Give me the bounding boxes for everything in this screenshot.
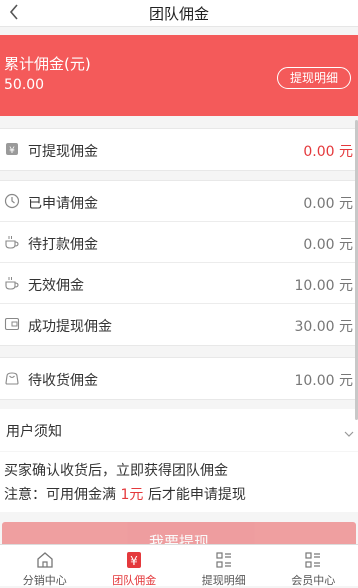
- chevron-down-icon: [344, 423, 354, 442]
- notice-line-2: 注意：可用佣金满 1元 后才能申请提现: [4, 484, 246, 504]
- list-item[interactable]: 待收货佣金 10.00 元: [0, 358, 358, 399]
- tab-label: 团队佣金: [90, 572, 180, 588]
- notice-title: 用户须知: [6, 421, 62, 441]
- withdrawable-group: ¥ 可提现佣金 0.00 元: [0, 128, 358, 171]
- user-notice-toggle[interactable]: 用户须知: [0, 409, 358, 451]
- total-commission-amount: 50.00: [4, 77, 44, 93]
- row-label: 成功提现佣金: [28, 316, 112, 336]
- tab-team-commission[interactable]: ¥ 团队佣金: [90, 545, 180, 586]
- list-item[interactable]: ¥ 可提现佣金 0.00 元: [0, 129, 358, 170]
- notice-content: 买家确认收货后，立即获得团队佣金 注意：可用佣金满 1元 后才能申请提现: [0, 452, 358, 512]
- bag-icon: [4, 370, 20, 386]
- total-commission-label: 累计佣金(元): [4, 53, 91, 74]
- svg-text:¥: ¥: [130, 554, 138, 568]
- row-value: 0.00 元: [303, 193, 353, 213]
- row-label: 已申请佣金: [28, 193, 98, 213]
- notice-line-1: 买家确认收货后，立即获得团队佣金: [4, 460, 228, 480]
- bottom-tab-bar: 分销中心 ¥ 团队佣金 提现明细 会员中心: [0, 544, 358, 586]
- coffee-cup-icon: [4, 234, 20, 250]
- home-icon: [35, 550, 55, 570]
- list-icon: [214, 550, 234, 570]
- tab-label: 会员中心: [269, 572, 358, 588]
- tab-distribution-center[interactable]: 分销中心: [0, 545, 90, 586]
- page-title: 团队佣金: [0, 3, 358, 24]
- wallet-icon: ¥: [4, 141, 20, 157]
- list-item[interactable]: 成功提现佣金 30.00 元: [0, 304, 358, 345]
- commission-status-group: 已申请佣金 0.00 元 待打款佣金 0.00 元 无效佣金 10.00 元 成…: [0, 180, 358, 346]
- yen-icon: ¥: [124, 550, 144, 570]
- tab-withdraw-detail[interactable]: 提现明细: [179, 545, 269, 586]
- commission-summary-banner: 累计佣金(元) 50.00 提现明细: [0, 35, 358, 116]
- clock-icon: [4, 193, 20, 209]
- card-icon: [4, 316, 20, 332]
- top-nav-bar: 团队佣金: [0, 0, 358, 27]
- notice-line-2-prefix: 注意：可用佣金满: [4, 487, 120, 503]
- row-value: 30.00 元: [294, 316, 353, 336]
- list-item[interactable]: 待打款佣金 0.00 元: [0, 222, 358, 263]
- row-label: 无效佣金: [28, 275, 84, 295]
- min-withdraw-amount: 1元: [120, 487, 143, 503]
- row-label: 待收货佣金: [28, 370, 98, 390]
- list-icon: [303, 550, 323, 570]
- row-value: 10.00 元: [294, 275, 353, 295]
- withdraw-detail-button[interactable]: 提现明细: [277, 67, 351, 89]
- coffee-cup-icon: [4, 275, 20, 291]
- row-value: 0.00 元: [303, 141, 353, 161]
- row-value: 10.00 元: [294, 370, 353, 390]
- row-label: 可提现佣金: [28, 141, 98, 161]
- row-label: 待打款佣金: [28, 234, 98, 254]
- notice-line-2-suffix: 后才能申请提现: [143, 487, 245, 503]
- svg-text:¥: ¥: [9, 146, 15, 156]
- list-item[interactable]: 已申请佣金 0.00 元: [0, 181, 358, 222]
- pending-receipt-group: 待收货佣金 10.00 元: [0, 357, 358, 400]
- tab-label: 提现明细: [179, 572, 269, 588]
- tab-label: 分销中心: [0, 572, 90, 588]
- tab-member-center[interactable]: 会员中心: [269, 545, 358, 586]
- row-value: 0.00 元: [303, 234, 353, 254]
- list-item[interactable]: 无效佣金 10.00 元: [0, 263, 358, 304]
